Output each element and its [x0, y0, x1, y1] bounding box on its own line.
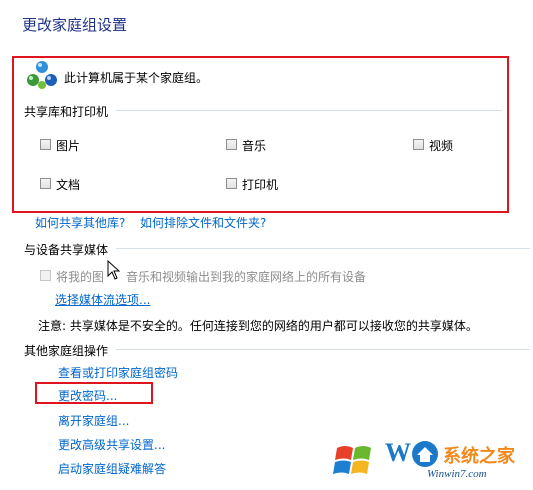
checkbox-label-music: 音乐	[242, 139, 267, 153]
membership-text: 此计算机属于某个家庭组。	[64, 71, 209, 85]
watermark-brand-right: 系统之家	[443, 446, 515, 467]
link-media-streaming-options[interactable]: 选择媒体流选项...	[55, 291, 150, 308]
checkbox-label-documents: 文档	[56, 178, 81, 192]
link-leave-homegroup[interactable]: 离开家庭组...	[58, 412, 129, 429]
watermark-brand-left: W	[385, 438, 411, 467]
link-change-password[interactable]: 更改密码...	[58, 387, 117, 404]
homegroup-icon	[26, 60, 58, 90]
checkbox-documents[interactable]	[40, 178, 51, 189]
link-advanced-sharing-settings[interactable]: 更改高级共享设置...	[58, 436, 165, 453]
checkbox-label-pictures: 图片	[56, 139, 81, 153]
checkbox-videos[interactable]	[413, 139, 424, 150]
checkbox-label-stream-media-left: 将我的图	[56, 270, 105, 284]
checkbox-printers[interactable]	[226, 178, 237, 189]
watermark-home-icon	[411, 440, 439, 468]
section-divider	[116, 110, 502, 111]
section-heading-media: 与设备共享媒体	[24, 243, 109, 257]
checkbox-label-videos: 视频	[429, 139, 454, 153]
checkbox-label-printers: 打印机	[242, 178, 279, 192]
link-view-print-password[interactable]: 查看或打印家庭组密码	[58, 364, 178, 381]
section-heading-other-actions: 其他家庭组操作	[24, 344, 109, 358]
checkbox-music[interactable]	[226, 139, 237, 150]
security-note: 注意: 共享媒体是不安全的。任何连接到您的网络的用户都可以接收您的共享媒体。	[38, 319, 478, 333]
checkbox-pictures[interactable]	[40, 139, 51, 150]
watermark-url: Winwin7.com	[427, 468, 487, 480]
watermark: W 系统之家 Winwin7.com	[329, 434, 529, 486]
page-title: 更改家庭组设置	[22, 16, 128, 34]
link-share-other-libraries[interactable]: 如何共享其他库?	[35, 214, 125, 231]
section-heading-shared-libraries: 共享库和打印机	[24, 105, 109, 119]
checkbox-stream-media[interactable]	[40, 270, 51, 281]
section-divider	[116, 349, 530, 350]
link-exclude-files[interactable]: 如何排除文件和文件夹?	[140, 214, 266, 231]
mouse-cursor-icon	[107, 259, 121, 280]
link-homegroup-troubleshooter[interactable]: 启动家庭组疑难解答	[58, 460, 166, 477]
section-divider	[116, 248, 530, 249]
checkbox-label-stream-media-right: 音乐和视频输出到我的家庭网络上的所有设备	[126, 270, 367, 284]
